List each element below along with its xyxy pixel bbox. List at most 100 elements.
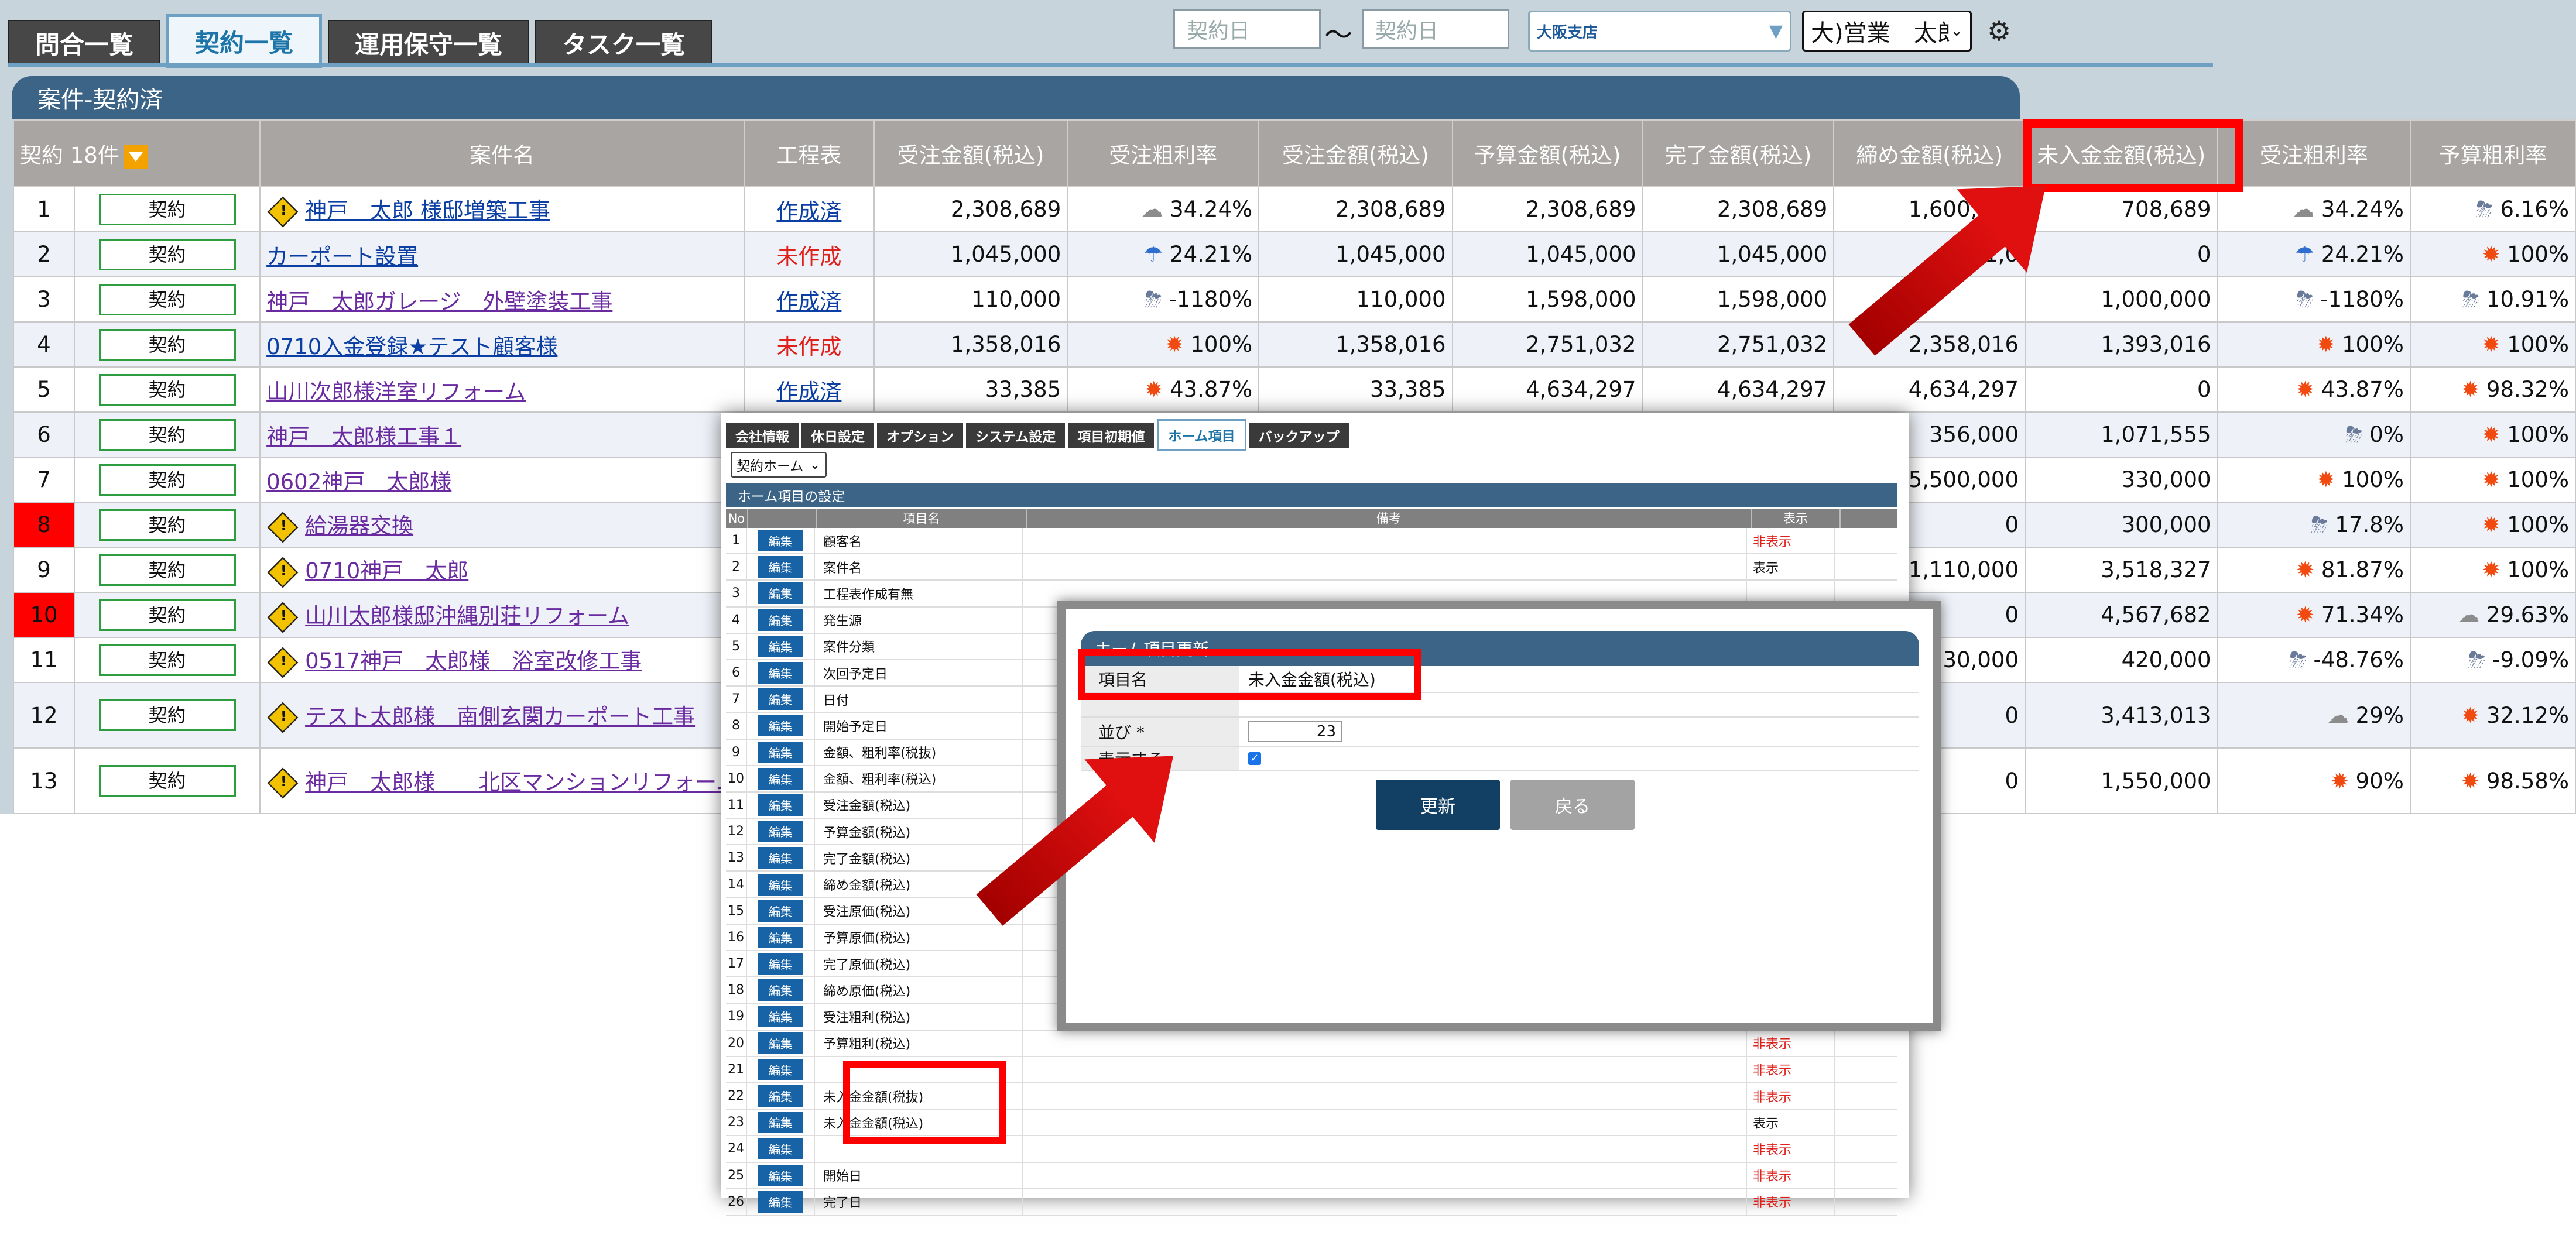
edit-button[interactable]: 編集 [758,662,803,684]
tab-contracts[interactable]: 契約一覧 [166,14,323,68]
edit-button[interactable]: 編集 [758,1164,803,1186]
status-cell: 契約 [74,457,261,503]
project-link[interactable]: 給湯器交換 [305,513,413,538]
edit-button[interactable]: 編集 [758,635,803,657]
col-budget-rate[interactable]: 予算粗利率 [2409,119,2576,187]
col-schedule[interactable]: 工程表 [743,119,875,187]
status-badge[interactable]: 契約 [98,373,236,406]
col-name[interactable]: 案件名 [259,119,745,187]
schedule-status[interactable]: 作成済 [776,199,841,224]
settings-tab[interactable]: ホーム項目 [1157,419,1246,451]
table-row[interactable]: 5 契約 山川次郎様洋室リフォーム 作成済 33,385 ✹ 43.87% 33,385 4,… [12,366,2576,413]
staff-select-value: 大)営業 太郎 [1811,20,1951,47]
order-amount-2: 1,045,000 [1258,231,1453,277]
edit-button[interactable]: 編集 [758,530,803,552]
order-input[interactable]: 23 [1248,721,1342,742]
status-badge[interactable]: 契約 [98,328,236,361]
table-row[interactable]: 4 契約 0710入金登録★テスト顧客様 未作成 1,358,016 ✹ 100% 1,35… [12,321,2576,368]
edit-button[interactable]: 編集 [758,767,803,790]
staff-select[interactable]: 大)営業 太郎 ⌄ [1802,11,1972,52]
table-row[interactable]: 1 契約! 神戸 太郎 様邸増築工事 作成済 2,308,689 ☁ 34.24% 2,30… [12,186,2576,232]
project-link[interactable]: 0517神戸 太郎様 浴室改修工事 [305,649,642,674]
project-link[interactable]: 神戸 太郎様工事１ [266,424,461,450]
settings-tab[interactable]: バックアップ [1249,423,1349,448]
project-link[interactable]: 0710神戸 太郎 [305,558,468,584]
edit-button[interactable]: 編集 [758,688,803,711]
edit-button[interactable]: 編集 [758,1085,803,1107]
col-order-amount-2[interactable]: 受注金額(税込) [1258,119,1453,187]
tab-maintenance[interactable]: 運用保守一覧 [328,20,530,66]
settings-tab[interactable]: システム設定 [966,423,1066,448]
project-link[interactable]: 0710入金登録★テスト顧客様 [266,334,557,359]
tab-inquiries[interactable]: 問合一覧 [8,20,161,66]
col-done-amount[interactable]: 完了金額(税込) [1642,119,1835,187]
project-link[interactable]: カーポート設置 [266,244,418,269]
sort-down-icon[interactable] [124,145,148,169]
edit-button[interactable]: 編集 [758,582,803,605]
col-order-amount[interactable]: 受注金額(税込) [873,119,1068,187]
contract-date-from-input[interactable]: 契約日 [1173,9,1321,49]
edit-button[interactable]: 編集 [758,821,803,843]
edit-button[interactable]: 編集 [758,741,803,763]
settings-tab[interactable]: 項目初期値 [1068,423,1155,448]
setting-item-name: 開始日 [815,1162,1023,1188]
back-button[interactable]: 戻る [1510,780,1635,830]
schedule-status: 未作成 [776,243,842,269]
project-link[interactable]: テスト太郎様 南側玄関カーポート工事 [305,704,695,729]
show-checkbox[interactable]: ✓ [1248,752,1261,765]
edit-button[interactable]: 編集 [758,1191,803,1213]
table-row[interactable]: 2 契約 カーポート設置 未作成 1,045,000 ☂ 24.21% 1,045,000 1… [12,231,2576,277]
project-link[interactable]: 神戸 太郎ガレージ 外壁塗装工事 [266,289,612,314]
edit-button[interactable]: 編集 [758,926,803,948]
edit-button[interactable]: 編集 [758,609,803,631]
edit-button[interactable]: 編集 [758,847,803,869]
warning-icon: ! [267,647,299,678]
count-header[interactable]: 契約 18件 [12,119,261,187]
budget-rate-value: 100% [2507,332,2569,357]
edit-button[interactable]: 編集 [758,873,803,896]
status-badge[interactable]: 契約 [98,509,236,541]
tab-tasks[interactable]: タスク一覧 [535,20,712,66]
setting-no: 11 [726,792,747,818]
status-badge[interactable]: 契約 [98,283,236,315]
status-badge[interactable]: 契約 [98,418,236,451]
home-type-select[interactable]: 契約ホーム ⌄ [731,452,827,478]
edit-button[interactable]: 編集 [758,715,803,737]
edit-button[interactable]: 編集 [758,1112,803,1134]
status-badge[interactable]: 契約 [98,765,236,797]
settings-tab[interactable]: オプション [877,423,963,448]
edit-button[interactable]: 編集 [758,953,803,975]
status-badge[interactable]: 契約 [98,599,236,631]
status-badge[interactable]: 契約 [98,193,236,225]
edit-button[interactable]: 編集 [758,1032,803,1054]
col-order-rate-2[interactable]: 受注粗利率 [2217,119,2411,187]
edit-button[interactable]: 編集 [758,1138,803,1160]
edit-button[interactable]: 編集 [758,900,803,922]
branch-select[interactable]: 大阪支店 ▼ [1528,11,1791,52]
contract-date-to-input[interactable]: 契約日 [1362,9,1509,49]
project-link[interactable]: 山川次郎様洋室リフォーム [266,379,526,404]
schedule-status[interactable]: 作成済 [776,289,841,314]
edit-button[interactable]: 編集 [758,794,803,816]
table-row[interactable]: 3 契約 神戸 太郎ガレージ 外壁塗装工事 作成済 110,000 ⛈ -1180% 110… [12,276,2576,323]
project-link[interactable]: 神戸 太郎 様邸増築工事 [305,198,550,223]
project-link[interactable]: 山川太郎様邸沖縄別荘リフォーム [305,603,629,629]
update-button[interactable]: 更新 [1376,780,1500,830]
project-link[interactable]: 0602神戸 太郎様 [266,469,451,495]
col-budget-amount[interactable]: 予算金額(税込) [1451,119,1643,187]
status-badge[interactable]: 契約 [98,554,236,586]
col-order-rate[interactable]: 受注粗利率 [1067,119,1260,187]
edit-button[interactable]: 編集 [758,1006,803,1028]
edit-button[interactable]: 編集 [758,556,803,578]
settings-tab[interactable]: 休日設定 [801,423,874,448]
schedule-status[interactable]: 作成済 [776,379,841,404]
edit-button[interactable]: 編集 [758,1058,803,1080]
gear-icon[interactable]: ⚙ [1987,15,2011,47]
status-badge[interactable]: 契約 [98,238,236,270]
settings-tab[interactable]: 会社情報 [726,423,799,448]
status-badge[interactable]: 契約 [98,464,236,496]
project-link[interactable]: 神戸 太郎様 北区マンションリフォーム [305,770,738,795]
status-badge[interactable]: 契約 [98,699,236,731]
status-badge[interactable]: 契約 [98,644,236,676]
edit-button[interactable]: 編集 [758,979,803,1001]
